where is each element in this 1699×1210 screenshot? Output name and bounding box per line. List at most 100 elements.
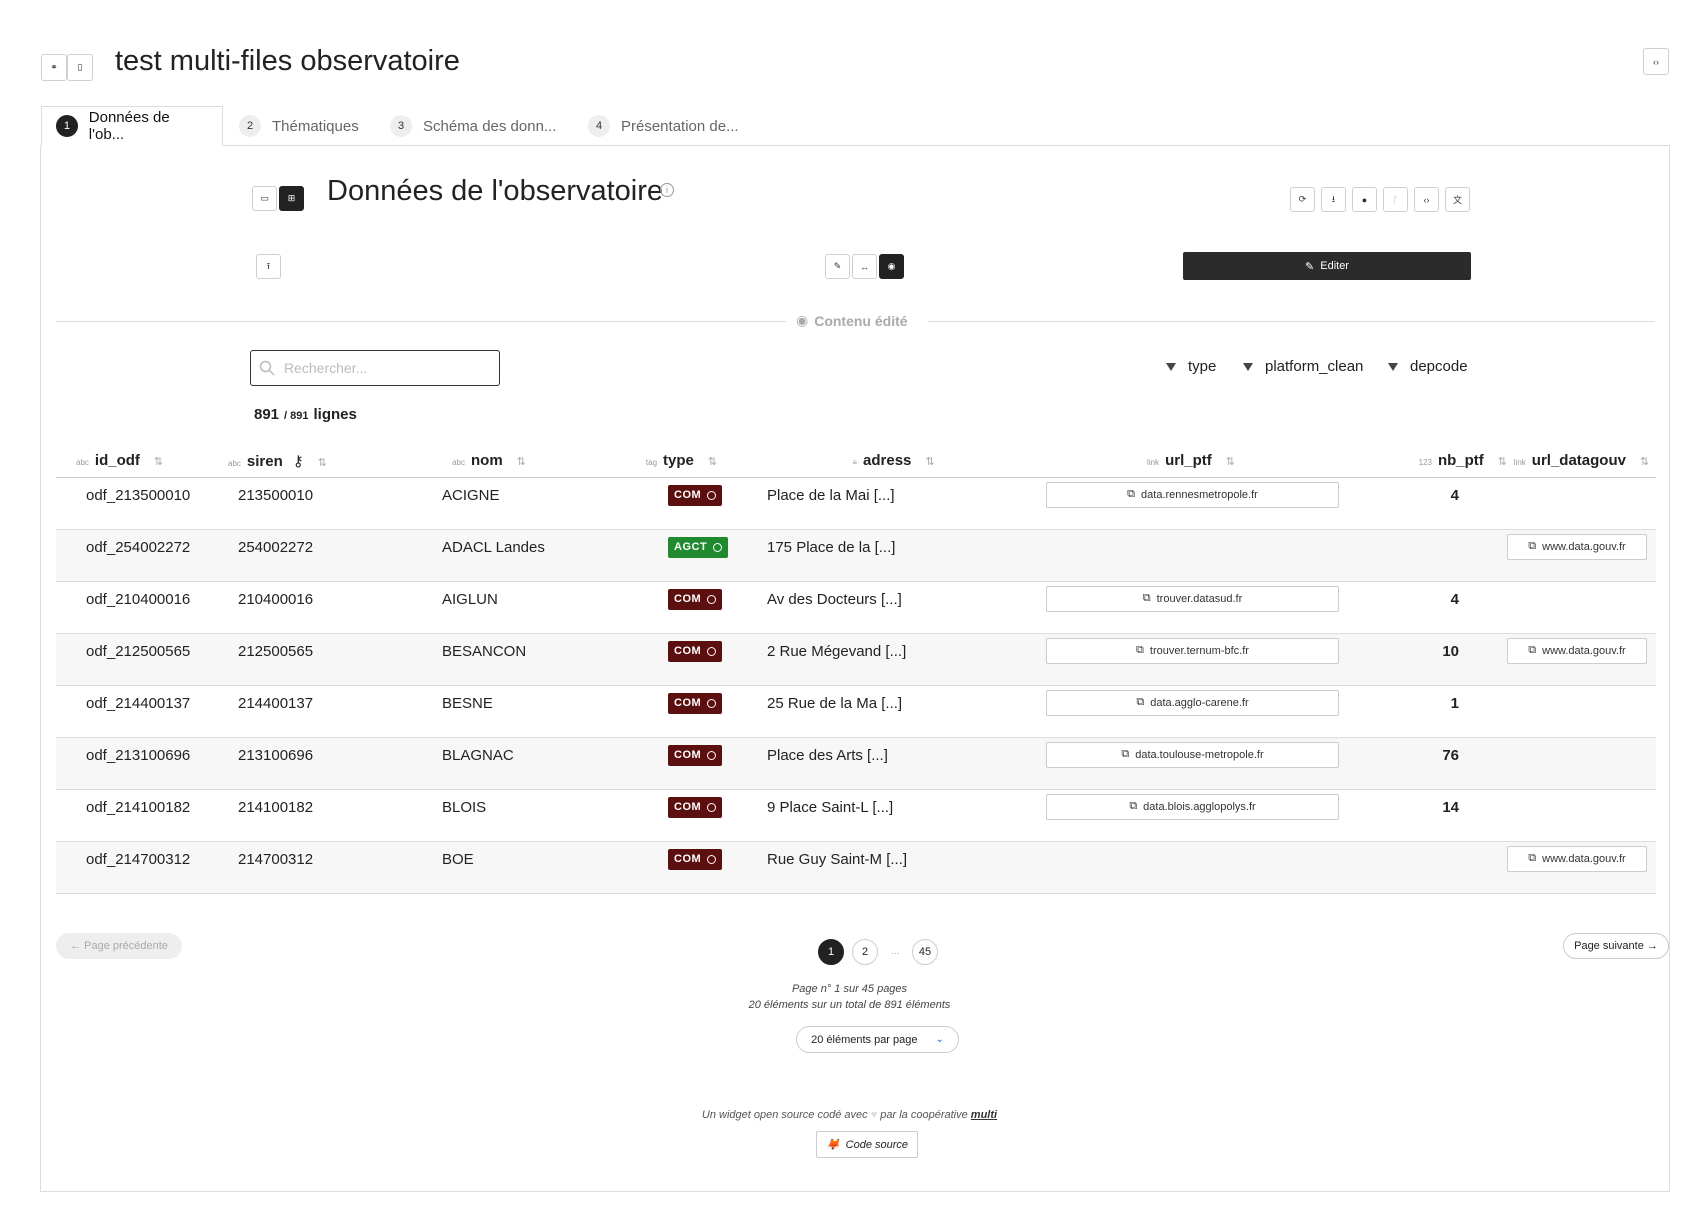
cell-url-ptf	[1040, 841, 1342, 894]
tab-thematiques[interactable]: 2 Thématiques	[225, 106, 373, 146]
sort-icon[interactable]: ⇅	[1640, 456, 1649, 468]
view-toggle-list[interactable]: ▯	[67, 54, 93, 81]
type-badge[interactable]: COM	[668, 848, 723, 870]
tab-number: 3	[390, 115, 412, 137]
sort-icon[interactable]: ⇅	[517, 456, 526, 468]
filter-platform-clean[interactable]: platform_clean	[1243, 358, 1363, 375]
split-mode-icon[interactable]: ↔	[852, 254, 877, 279]
type-badge[interactable]: COM	[668, 588, 723, 610]
cell-partial	[747, 893, 1040, 898]
column-header-type[interactable]: tag type ⇅	[616, 445, 747, 478]
link-label: data.blois.agglopolys.fr	[1143, 800, 1256, 813]
cell-url-ptf: ⧉ data.agglo-carene.fr	[1040, 685, 1342, 738]
cell-type: COM	[616, 685, 747, 738]
prev-page-button[interactable]: ← Page précédente	[56, 933, 182, 959]
column-header-nb-ptf[interactable]: 123 nb_ptf ⇅	[1342, 445, 1507, 478]
source-code-button[interactable]: 🦊 Code source	[816, 1131, 918, 1158]
branch-icon[interactable]: ᚴ	[1383, 187, 1408, 212]
next-page-button[interactable]: Page suivante →	[1563, 933, 1669, 959]
type-badge[interactable]: COM	[668, 692, 723, 714]
table-row[interactable]: odf_214400137 214400137 BESNE COM 25 Rue de …	[56, 685, 1656, 738]
card-view-button[interactable]: ▭	[252, 186, 277, 211]
view-toggle-link[interactable]: ⚭	[41, 54, 67, 81]
sort-icon[interactable]: ⇅	[708, 456, 717, 468]
datagouv-link[interactable]: ⧉ www.data.gouv.fr	[1507, 533, 1647, 560]
type-badge[interactable]: COM	[668, 796, 723, 818]
sort-icon[interactable]: ⇅	[1498, 456, 1507, 468]
user-icon[interactable]: ●	[1352, 187, 1377, 212]
edit-mode-icon[interactable]: ✎	[825, 254, 850, 279]
column-header-nom[interactable]: abc nom ⇅	[362, 445, 616, 478]
table-row[interactable]: odf_214100182 214100182 BLOIS COM 9 Place Sa…	[56, 789, 1656, 842]
datagouv-link[interactable]: ⧉ www.data.gouv.fr	[1507, 845, 1647, 872]
tab-donnees[interactable]: 1 Données de l'ob...	[41, 106, 223, 146]
filter-icon	[1243, 362, 1253, 371]
table-row[interactable]: odf_213500010 213500010 ACIGNE COM Place de …	[56, 477, 1656, 530]
app-title: test multi-files observatoire	[115, 45, 460, 77]
column-header-url-datagouv[interactable]: link url_datagouv ⇅	[1507, 445, 1656, 478]
cell-adress: Place de la Mai [...]	[747, 477, 1040, 530]
platform-link[interactable]: ⧉ data.agglo-carene.fr	[1046, 689, 1339, 716]
cell-adress: 2 Rue Mégevand [...]	[747, 633, 1040, 686]
column-header-url-ptf[interactable]: link url_ptf ⇅	[1040, 445, 1342, 478]
link-label: data.rennesmetropole.fr	[1141, 488, 1258, 501]
page-1-button[interactable]: 1	[818, 939, 844, 965]
type-badge[interactable]: COM	[668, 744, 723, 766]
info-icon[interactable]: i	[660, 183, 674, 197]
cell-nb-ptf	[1342, 529, 1507, 582]
refresh-icon[interactable]: ⟳	[1290, 187, 1315, 212]
sort-icon[interactable]: ⇅	[154, 456, 163, 468]
datagouv-link[interactable]: ⧉ www.data.gouv.fr	[1507, 637, 1647, 664]
table-view-button[interactable]: ⊞	[279, 186, 304, 211]
page-2-button[interactable]: 2	[852, 939, 878, 965]
download-icon[interactable]: ⭳	[1321, 187, 1346, 212]
type-badge[interactable]: AGCT	[668, 536, 729, 558]
per-page-select[interactable]: 20 éléments par page ⌄	[796, 1026, 959, 1053]
page-45-button[interactable]: 45	[912, 939, 938, 965]
multi-link[interactable]: multi	[971, 1109, 997, 1121]
search-input[interactable]	[284, 360, 484, 376]
platform-link[interactable]: ⧉ trouver.datasud.fr	[1046, 585, 1339, 612]
filter-depcode[interactable]: depcode	[1388, 358, 1468, 375]
row-count: 891 / 891 lignes	[254, 406, 357, 423]
table-row[interactable]: odf_212500565 212500565 BESANCON COM 2 Rue M…	[56, 633, 1656, 686]
cell-nom: BESANCON	[362, 633, 616, 686]
filter-type[interactable]: type	[1166, 358, 1216, 375]
type-badge[interactable]: COM	[668, 484, 723, 506]
preview-mode-icon[interactable]: ◉	[879, 254, 904, 279]
filter-icon	[1388, 362, 1398, 371]
platform-link[interactable]: ⧉ data.blois.agglopolys.fr	[1046, 793, 1339, 820]
column-header-siren[interactable]: abc siren ⚷ ⇅	[208, 445, 362, 478]
tab-number: 2	[239, 115, 261, 137]
code-icon[interactable]: ‹›	[1414, 187, 1439, 212]
section-title: Données de l'observatoire	[327, 175, 664, 207]
table-row[interactable]: odf_254002272 254002272 ADACL Landes AGCT 17…	[56, 529, 1656, 582]
pencil-icon: ✎	[1305, 260, 1315, 273]
cell-type: COM	[616, 581, 747, 634]
code-view-button[interactable]: ‹›	[1643, 48, 1669, 75]
column-header-id-odf[interactable]: abc id_odf ⇅	[56, 445, 208, 478]
row-count-total: / 891	[284, 410, 309, 422]
upload-icon[interactable]: ⭱	[256, 254, 281, 279]
table-row[interactable]: odf_210400016 210400016 AIGLUN COM Av des Do…	[56, 581, 1656, 634]
platform-link[interactable]: ⧉ data.rennesmetropole.fr	[1046, 481, 1339, 508]
cell-id-odf: odf_254002272	[56, 529, 208, 582]
table-row[interactable]: odf_214700312 214700312 BOE COM Rue Guy Sain…	[56, 841, 1656, 894]
tab-schema[interactable]: 3 Schéma des donn...	[376, 106, 570, 146]
edit-button[interactable]: ✎ Editer	[1183, 252, 1471, 280]
platform-link[interactable]: ⧉ trouver.ternum-bfc.fr	[1046, 637, 1339, 664]
search-box[interactable]	[250, 350, 500, 386]
external-link-icon: ⧉	[1142, 592, 1151, 604]
per-page-label: 20 éléments par page	[811, 1033, 918, 1046]
column-header-adress[interactable]: ≡ adress ⇅	[747, 445, 1040, 478]
sort-icon[interactable]: ⇅	[925, 456, 934, 468]
sort-icon[interactable]: ⇅	[318, 457, 327, 469]
table-row[interactable]: odf_213100696 213100696 BLAGNAC COM Place de…	[56, 737, 1656, 790]
platform-link[interactable]: ⧉ data.toulouse-metropole.fr	[1046, 741, 1339, 768]
divider	[928, 321, 1655, 322]
type-badge[interactable]: COM	[668, 640, 723, 662]
sort-icon[interactable]: ⇅	[1226, 456, 1235, 468]
tab-presentation[interactable]: 4 Présentation de...	[574, 106, 753, 146]
translate-icon[interactable]: 文	[1445, 187, 1470, 212]
cell-url-ptf: ⧉ trouver.ternum-bfc.fr	[1040, 633, 1342, 686]
